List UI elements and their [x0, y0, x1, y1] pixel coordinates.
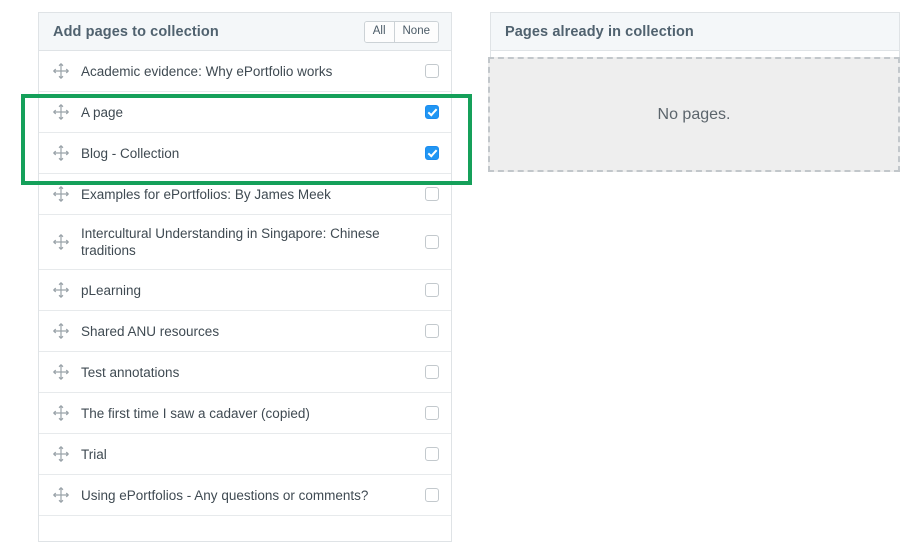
page-list-item-label: Academic evidence: Why ePortfolio works	[81, 63, 333, 79]
move-arrows-icon[interactable]	[53, 234, 69, 250]
page-list-item[interactable]: A page	[39, 92, 451, 133]
page-list: Academic evidence: Why ePortfolio works A…	[39, 51, 451, 516]
page-select-checkbox[interactable]	[425, 447, 439, 461]
page-select-checkbox[interactable]	[425, 488, 439, 502]
move-arrows-icon[interactable]	[53, 405, 69, 421]
move-arrows-icon[interactable]	[53, 487, 69, 503]
page-select-checkbox[interactable]	[425, 235, 439, 249]
page-select-checkbox[interactable]	[425, 406, 439, 420]
page-title: Add pages to collection	[53, 23, 219, 40]
page-list-item-label: Test annotations	[81, 364, 180, 380]
page-list-item-label: A page	[81, 104, 124, 120]
page-select-checkbox[interactable]	[425, 146, 439, 160]
add-pages-panel: Add pages to collection All None Academi…	[38, 12, 452, 542]
page-list-item[interactable]: Intercultural Understanding in Singapore…	[39, 215, 451, 270]
page-list-item[interactable]: Trial	[39, 434, 451, 475]
move-arrows-icon[interactable]	[53, 104, 69, 120]
pages-in-collection-header: Pages already in collection	[491, 13, 899, 51]
pages-in-collection-panel: Pages already in collection	[490, 12, 900, 58]
page-list-item[interactable]: Examples for ePortfolios: By James Meek	[39, 174, 451, 215]
page-list-item[interactable]: Blog - Collection	[39, 133, 451, 174]
move-arrows-icon[interactable]	[53, 186, 69, 202]
page-select-checkbox[interactable]	[425, 365, 439, 379]
page-list-item-label: Shared ANU resources	[81, 323, 220, 339]
page-select-checkbox[interactable]	[425, 283, 439, 297]
page-list-item[interactable]: Test annotations	[39, 352, 451, 393]
page-list-item[interactable]: The first time I saw a cadaver (copied)	[39, 393, 451, 434]
move-arrows-icon[interactable]	[53, 446, 69, 462]
page-list-item-label: pLearning	[81, 282, 142, 298]
page-list-item[interactable]: Using ePortfolios - Any questions or com…	[39, 475, 451, 516]
page-list-item-label: Trial	[81, 446, 107, 462]
move-arrows-icon[interactable]	[53, 145, 69, 161]
select-toggle-group: All None	[363, 20, 439, 43]
page-select-checkbox[interactable]	[425, 324, 439, 338]
move-arrows-icon[interactable]	[53, 364, 69, 380]
page-list-item-label: Examples for ePortfolios: By James Meek	[81, 186, 331, 202]
page-select-checkbox[interactable]	[425, 64, 439, 78]
add-pages-header: Add pages to collection All None	[39, 13, 451, 51]
select-none-button[interactable]: None	[393, 21, 438, 42]
page-list-item-label: The first time I saw a cadaver (copied)	[81, 405, 310, 421]
move-arrows-icon[interactable]	[53, 323, 69, 339]
pages-in-collection-title: Pages already in collection	[505, 23, 694, 40]
page-select-checkbox[interactable]	[425, 187, 439, 201]
select-all-button[interactable]: All	[364, 21, 394, 42]
move-arrows-icon[interactable]	[53, 63, 69, 79]
page-list-item[interactable]: pLearning	[39, 270, 451, 311]
empty-collection-message: No pages.	[657, 105, 731, 123]
page-list-item-label: Using ePortfolios - Any questions or com…	[81, 487, 369, 503]
page-list-item[interactable]: Shared ANU resources	[39, 311, 451, 352]
move-arrows-icon[interactable]	[53, 282, 69, 298]
collection-dropzone[interactable]: No pages.	[488, 57, 900, 172]
page-list-item-label: Blog - Collection	[81, 145, 180, 161]
page-list-item-label: Intercultural Understanding in Singapore…	[81, 226, 380, 258]
page-select-checkbox[interactable]	[425, 105, 439, 119]
page-list-item[interactable]: Academic evidence: Why ePortfolio works	[39, 51, 451, 92]
